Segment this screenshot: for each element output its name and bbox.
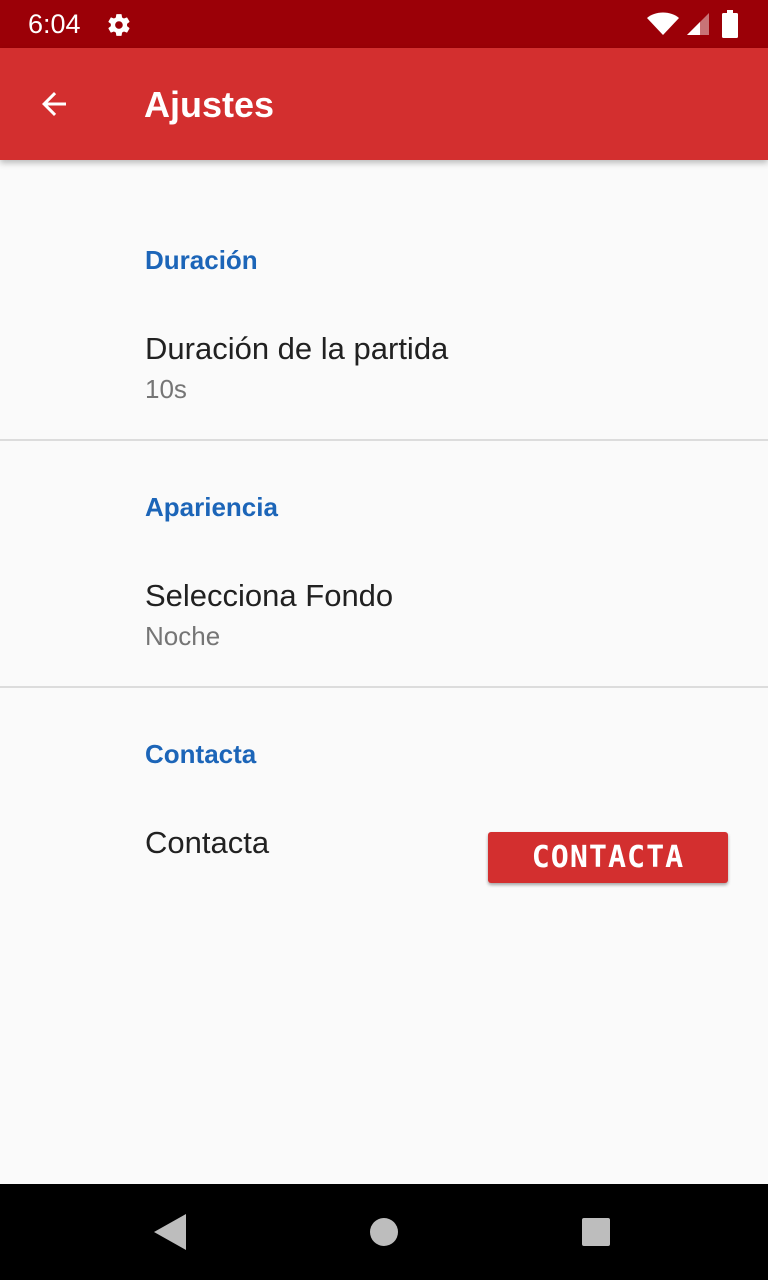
pref-title-contacta: Contacta xyxy=(145,825,270,860)
pref-title: Selecciona Fondo xyxy=(145,578,394,613)
app-bar: Ajustes xyxy=(0,48,768,160)
pref-title: Duración de la partida xyxy=(145,331,449,366)
status-time: 6:04 xyxy=(28,9,81,39)
wifi-icon xyxy=(647,12,679,35)
cell-signal-icon xyxy=(687,13,709,35)
gear-icon xyxy=(108,14,130,36)
nav-back-icon[interactable] xyxy=(152,1212,188,1252)
arrow-back-icon xyxy=(42,92,66,116)
section-header-contacta: Contacta xyxy=(145,739,257,769)
divider xyxy=(0,439,768,441)
nav-recents-icon[interactable] xyxy=(580,1216,612,1248)
contact-button[interactable]: CONTACTA xyxy=(488,832,728,883)
section-header-duracion: Duración xyxy=(145,245,258,275)
battery-icon xyxy=(722,10,738,38)
back-button[interactable] xyxy=(22,72,86,136)
section-header-apariencia: Apariencia xyxy=(145,492,278,522)
pref-summary: Noche xyxy=(145,621,221,651)
page-title: Ajustes xyxy=(144,84,275,125)
pref-summary: 10s xyxy=(145,374,187,404)
status-bar: 6:04 xyxy=(0,0,768,48)
divider xyxy=(0,686,768,688)
nav-home-icon[interactable] xyxy=(368,1216,400,1248)
